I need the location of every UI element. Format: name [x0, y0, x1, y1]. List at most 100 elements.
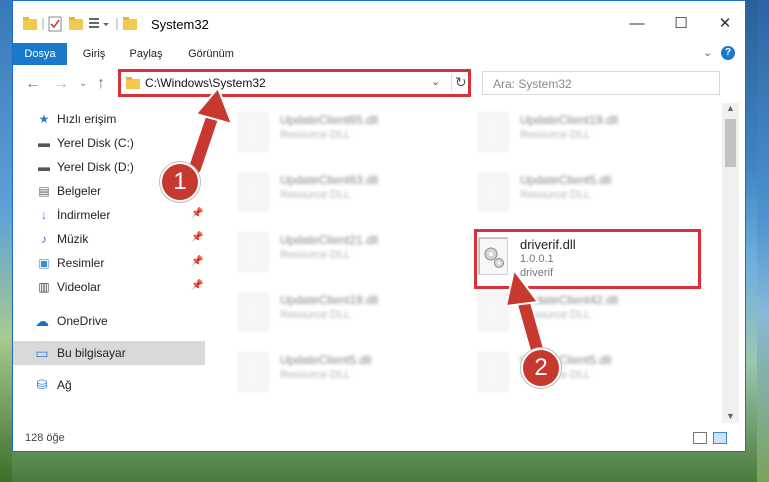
dll-file-icon — [478, 173, 508, 211]
file-item[interactable]: UpdateClient5.dll Resource DLL — [468, 347, 688, 397]
file-highlight-box — [474, 229, 701, 289]
window-title: System32 — [151, 17, 209, 32]
sidebar-item-downloads[interactable]: ↓ İndirmeler 📌 — [13, 203, 205, 227]
file-name: UpdateClient19.dll — [280, 293, 379, 307]
pictures-icon: ▣ — [38, 256, 50, 270]
pin-icon[interactable]: 📌 — [191, 208, 203, 219]
forward-arrow-icon[interactable]: → — [53, 75, 69, 93]
sidebar-item-label: Resimler — [57, 256, 105, 270]
file-name: UpdateClient63.dll — [280, 173, 379, 187]
sidebar-item-label: Hızlı erişim — [57, 112, 117, 126]
file-item[interactable]: UpdateClient42.dll Resource DLL — [468, 287, 688, 337]
help-icon[interactable]: ? — [721, 46, 735, 60]
scrollbar-thumb[interactable] — [725, 119, 736, 167]
dll-file-icon — [238, 113, 268, 151]
network-icon: ⛁ — [36, 377, 48, 392]
file-item[interactable]: UpdateClient19.dll Resource DLL — [228, 287, 448, 337]
back-arrow-icon[interactable]: ← — [25, 75, 41, 93]
tab-view[interactable]: Görünüm — [183, 43, 239, 65]
chevron-down-icon[interactable]: ⌄ — [703, 46, 712, 59]
file-item[interactable]: UpdateClient19.dll Resource DLL — [468, 107, 688, 157]
navigation-bar: ← → ⌄ ↑ C:\Windows\System32 ⌄ ↻ Ara: Sys… — [13, 65, 745, 103]
file-item[interactable]: UpdateClient63.dll Resource DLL — [228, 167, 448, 217]
dll-file-icon — [478, 353, 508, 391]
file-item[interactable]: UpdateClient21.dll Resource DLL — [228, 227, 448, 277]
sidebar-item-label: İndirmeler — [57, 208, 111, 222]
title-folder-icon — [123, 17, 137, 30]
status-bar: 128 öğe — [13, 427, 745, 451]
step-badge-2: 2 — [521, 348, 561, 388]
address-highlight-box — [118, 69, 471, 97]
file-description: Resource DLL — [280, 189, 351, 201]
scroll-down-icon[interactable]: ▼ — [726, 411, 735, 421]
desktop-background-right — [757, 0, 769, 482]
sidebar-item-label: Müzik — [57, 232, 89, 246]
details-view-icon[interactable] — [693, 432, 707, 444]
file-item[interactable]: UpdateClient65.dll Resource DLL — [228, 107, 448, 157]
search-placeholder: Ara: System32 — [493, 77, 572, 91]
sidebar-item-quick-access[interactable]: ★ Hızlı erişim — [13, 107, 205, 131]
music-icon: ♪ — [41, 232, 47, 246]
file-description: Resource DLL — [520, 189, 591, 201]
videos-icon: ▥ — [38, 280, 50, 294]
customize-icon[interactable] — [89, 18, 109, 28]
search-input[interactable]: Ara: System32 — [482, 71, 720, 95]
vertical-scrollbar[interactable]: ▲ ▼ — [722, 103, 739, 423]
file-name: UpdateClient42.dll — [520, 293, 619, 307]
file-name: UpdateClient5.dll — [280, 353, 372, 367]
file-description: Resource DLL — [280, 249, 351, 261]
desktop-background-left — [0, 0, 12, 482]
sidebar-item-pictures[interactable]: ▣ Resimler 📌 — [13, 251, 205, 275]
sidebar-item-music[interactable]: ♪ Müzik 📌 — [13, 227, 205, 251]
minimize-button[interactable]: — — [621, 11, 653, 37]
explorer-window: System32 — ☐ ✕ Dosya Giriş Paylaş Görünü… — [12, 0, 746, 452]
pin-icon[interactable]: 📌 — [191, 232, 203, 243]
sidebar-item-label: Belgeler — [57, 184, 102, 198]
pin-icon[interactable]: 📌 — [191, 256, 203, 267]
sidebar-item-videos[interactable]: ▥ Videolar 📌 — [13, 275, 205, 299]
folder-icon[interactable] — [23, 17, 37, 30]
download-icon: ↓ — [41, 208, 47, 222]
file-item[interactable]: UpdateClient5.dll Resource DLL — [228, 347, 448, 397]
dll-file-icon — [238, 353, 268, 391]
properties-icon[interactable] — [48, 16, 62, 32]
ribbon-tabs: Dosya Giriş Paylaş Görünüm ⌄ ? — [13, 43, 745, 93]
sidebar-item-label: Ağ — [57, 378, 72, 392]
sidebar-item-onedrive[interactable]: ☁ OneDrive — [13, 309, 205, 333]
item-count: 128 öğe — [25, 432, 65, 444]
sidebar-item-label: Yerel Disk (C:) — [57, 136, 134, 150]
drive-icon: ▬ — [38, 136, 50, 150]
file-name: UpdateClient5.dll — [520, 173, 612, 187]
dll-file-icon — [238, 233, 268, 271]
file-description: Resource DLL — [280, 129, 351, 141]
pin-icon[interactable]: 📌 — [191, 280, 203, 291]
close-button[interactable]: ✕ — [709, 11, 741, 37]
tab-home[interactable]: Giriş — [73, 43, 115, 65]
sidebar-item-label: Yerel Disk (D:) — [57, 160, 134, 174]
dll-file-icon — [478, 113, 508, 151]
sidebar-item-label: Bu bilgisayar — [57, 346, 126, 360]
sidebar-item-network[interactable]: ⛁ Ağ — [13, 373, 205, 397]
documents-icon: ▤ — [38, 184, 50, 198]
file-list: UpdateClient65.dll Resource DLL UpdateCl… — [218, 103, 718, 423]
quick-access-toolbar — [23, 16, 137, 32]
drive-icon: ▬ — [38, 160, 50, 174]
new-folder-icon[interactable] — [69, 17, 83, 30]
sidebar-item-this-pc[interactable]: ▭ Bu bilgisayar — [13, 341, 205, 365]
up-arrow-icon[interactable]: ↑ — [97, 75, 105, 93]
large-icons-view-icon[interactable] — [713, 432, 727, 444]
file-item[interactable]: UpdateClient5.dll Resource DLL — [468, 167, 688, 217]
dll-file-icon — [238, 293, 268, 331]
tab-share[interactable]: Paylaş — [123, 43, 169, 65]
computer-icon: ▭ — [35, 345, 49, 361]
scroll-up-icon[interactable]: ▲ — [726, 103, 735, 113]
maximize-button[interactable]: ☐ — [665, 11, 697, 37]
navigation-pane: ★ Hızlı erişim ▬ Yerel Disk (C:) ▬ Yerel… — [13, 103, 206, 423]
file-name: UpdateClient21.dll — [280, 233, 379, 247]
file-description: Resource DLL — [520, 129, 591, 141]
file-description: Resource DLL — [280, 309, 351, 321]
sidebar-item-local-disk-c[interactable]: ▬ Yerel Disk (C:) — [13, 131, 205, 155]
cloud-icon: ☁ — [35, 313, 49, 329]
recent-locations-chevron-icon[interactable]: ⌄ — [79, 78, 87, 89]
dll-file-icon — [238, 173, 268, 211]
